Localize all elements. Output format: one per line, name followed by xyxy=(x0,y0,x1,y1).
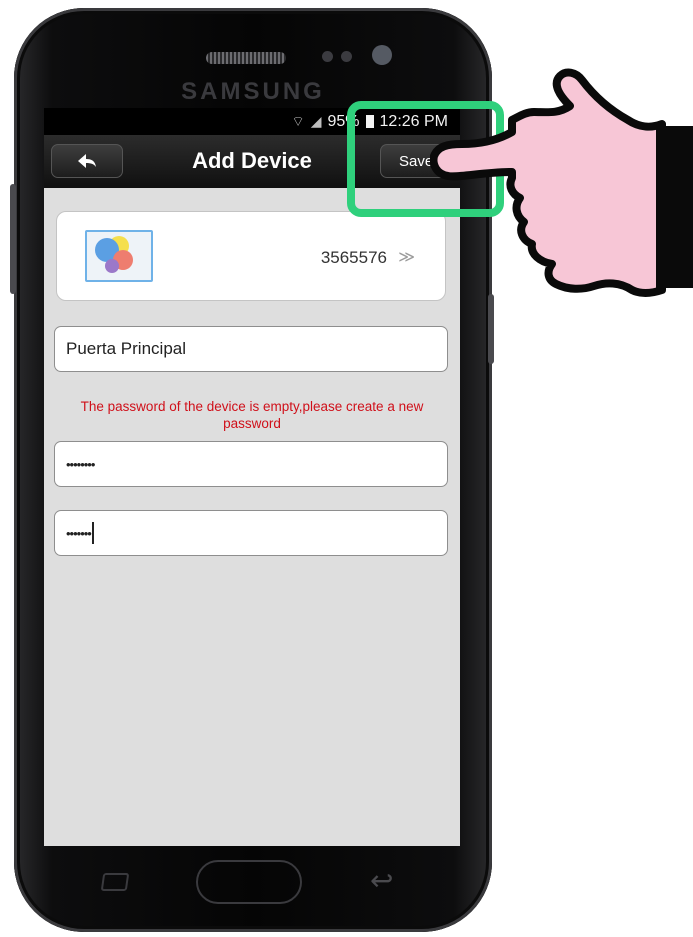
recent-apps-icon[interactable] xyxy=(100,873,130,891)
power-button xyxy=(488,294,494,364)
volume-button xyxy=(10,184,16,294)
home-button[interactable] xyxy=(196,860,302,904)
confirm-password-field[interactable]: ••••••• xyxy=(54,510,448,556)
password-field[interactable]: •••••••• xyxy=(54,441,448,487)
device-card[interactable]: 3565576 ≫ xyxy=(56,211,446,301)
password-mask: •••••••• xyxy=(66,456,95,472)
chevron-right-icon[interactable]: ≫ xyxy=(398,247,415,267)
proximity-sensor xyxy=(322,51,333,62)
text-cursor xyxy=(91,522,94,544)
light-sensor xyxy=(341,51,352,62)
confirm-password-mask: ••••••• xyxy=(66,525,92,541)
nav-back-icon[interactable]: ↩ xyxy=(370,864,393,897)
front-camera xyxy=(372,45,392,65)
signal-icon: ◢ xyxy=(310,113,322,129)
wifi-icon: ⌔ xyxy=(291,112,305,129)
back-button[interactable] xyxy=(51,144,123,178)
back-arrow-icon xyxy=(78,154,96,168)
device-name-field[interactable]: Puerta Principal xyxy=(54,326,448,372)
device-id: 3565576 xyxy=(320,248,387,267)
pointing-hand-icon xyxy=(430,68,693,297)
page-title: Add Device xyxy=(192,148,312,173)
device-thumbnail xyxy=(85,230,153,282)
earpiece-speaker xyxy=(206,52,286,64)
device-name-value: Puerta Principal xyxy=(66,339,187,358)
password-warning: The password of the device is empty,plea… xyxy=(80,399,424,431)
app-screen: ⌔ ◢ 95% 12:26 PM Add Device Save 3565576… xyxy=(44,108,460,846)
